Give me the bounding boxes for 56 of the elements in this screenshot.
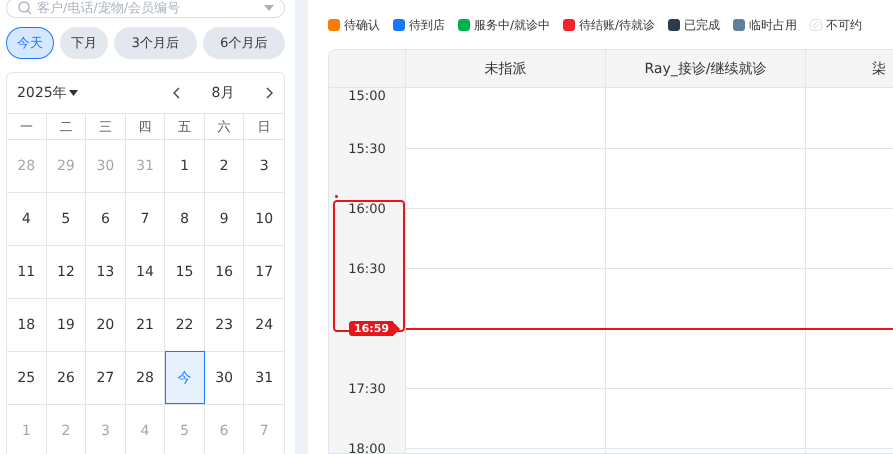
time-label: 15:00 xyxy=(347,89,387,105)
calendar-day[interactable]: 5 xyxy=(46,192,86,245)
badge-pointer-icon xyxy=(393,322,400,336)
calendar-day[interactable]: 27 xyxy=(86,351,126,404)
time-label: 18:00 xyxy=(347,442,387,453)
search-field[interactable]: 客户/电话/宠物/会员编号 xyxy=(6,0,285,18)
calendar-day[interactable]: 4 xyxy=(7,192,47,245)
calendar-day[interactable]: 15 xyxy=(165,245,205,298)
calendar-day[interactable]: 2 xyxy=(204,139,244,192)
calendar-day[interactable]: 11 xyxy=(7,245,47,298)
calendar-day[interactable]: 13 xyxy=(86,245,126,298)
calendar-day[interactable]: 25 xyxy=(7,351,47,404)
caret-icon xyxy=(264,5,274,11)
calendar-day[interactable]: 30 xyxy=(204,351,244,404)
calendar-day[interactable]: 1 xyxy=(165,139,205,192)
range-button[interactable]: 下月 xyxy=(60,27,108,59)
legend-label: 待到店 xyxy=(409,16,445,34)
calendar-day[interactable]: 20 xyxy=(86,298,126,351)
column-header: 柒 xyxy=(805,50,893,87)
legend-label: 待结账/待就诊 xyxy=(579,16,656,34)
time-label: 15:30 xyxy=(347,142,387,158)
time-label: 16:30 xyxy=(347,262,387,278)
marker-dot xyxy=(335,195,338,198)
calendar-day[interactable]: 14 xyxy=(126,245,166,298)
year-dropdown[interactable]: 2025年 xyxy=(17,84,78,102)
calendar-day[interactable]: 21 xyxy=(126,298,166,351)
caret-icon xyxy=(68,90,78,96)
range-button[interactable]: 3个月后 xyxy=(114,27,196,59)
legend-label: 不可约 xyxy=(826,16,862,34)
calendar-day[interactable]: 26 xyxy=(46,351,86,404)
calendar-day[interactable]: 22 xyxy=(165,298,205,351)
time-label: 17:30 xyxy=(347,382,387,398)
calendar-day[interactable]: 6 xyxy=(86,192,126,245)
calendar-day[interactable]: 今 xyxy=(165,351,205,404)
calendar-day[interactable]: 18 xyxy=(7,298,47,351)
calendar-day[interactable]: 9 xyxy=(204,192,244,245)
calendar-day[interactable]: 23 xyxy=(204,298,244,351)
previous-month-button[interactable] xyxy=(172,87,182,99)
time-label: 16:00 xyxy=(347,202,387,218)
calendar-day[interactable]: 19 xyxy=(46,298,86,351)
column-header: 未指派 xyxy=(405,50,605,87)
legend-label: 待确认 xyxy=(344,16,380,34)
legend-label: 已完成 xyxy=(684,16,720,34)
range-button[interactable]: 6个月后 xyxy=(202,27,285,59)
calendar-day[interactable]: 28 xyxy=(126,351,166,404)
current-time-badge: 16:59 xyxy=(349,321,394,336)
legend-label: 临时占用 xyxy=(749,16,798,34)
calendar-day[interactable]: 8 xyxy=(165,192,205,245)
calendar-day[interactable]: 16 xyxy=(204,245,244,298)
month-label: 8月 xyxy=(210,84,236,102)
calendar-day[interactable]: 12 xyxy=(46,245,86,298)
column-header: Ray_接诊/继续就诊 xyxy=(605,50,805,87)
legend-label: 服务中/就诊中 xyxy=(474,16,550,34)
search-icon xyxy=(17,0,33,16)
calendar-day[interactable]: 7 xyxy=(126,192,166,245)
next-month-button[interactable] xyxy=(264,87,274,99)
